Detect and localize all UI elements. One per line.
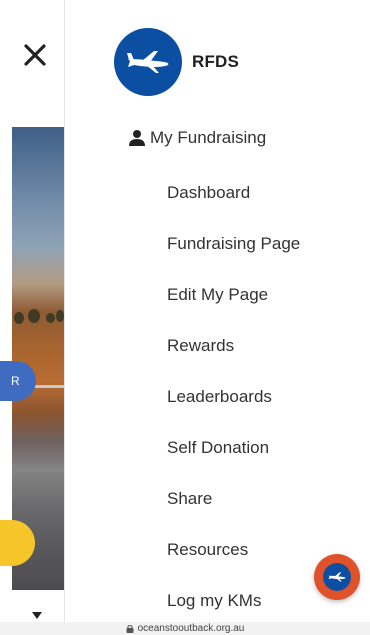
fab-logo [323, 563, 351, 591]
close-icon [24, 44, 46, 66]
brand[interactable]: RFDS [114, 28, 239, 96]
rfds-logo [114, 28, 182, 96]
browser-url-bar[interactable]: oceanstooutback.org.au [0, 622, 370, 635]
navigation-drawer: RFDS My Fundraising Dashboard Fundraisin… [65, 0, 370, 622]
floating-action-button[interactable] [314, 554, 360, 600]
brand-name: RFDS [192, 52, 240, 71]
menu-item-share[interactable]: Share [167, 473, 300, 524]
menu-item-leaderboards[interactable]: Leaderboards [167, 371, 300, 422]
close-menu-button[interactable] [18, 38, 52, 72]
url-text: oceanstooutback.org.au [137, 623, 245, 634]
background-page: R [0, 0, 65, 622]
caret-down-icon [32, 612, 42, 619]
rfds-plane-logo-icon [127, 51, 169, 73]
menu-item-log-my-kms[interactable]: Log my KMs [167, 575, 300, 626]
user-icon [129, 130, 145, 146]
menu-item-edit-my-page[interactable]: Edit My Page [167, 269, 300, 320]
section-label: My Fundraising [150, 128, 267, 147]
my-fundraising-section[interactable]: My Fundraising [128, 128, 266, 148]
hero-chip-label: R [11, 374, 20, 388]
menu-item-fundraising-page[interactable]: Fundraising Page [167, 218, 300, 269]
fundraising-menu: Dashboard Fundraising Page Edit My Page … [167, 167, 300, 626]
menu-item-rewards[interactable]: Rewards [167, 320, 300, 371]
menu-item-self-donation[interactable]: Self Donation [167, 422, 300, 473]
rfds-plane-icon [328, 572, 346, 582]
menu-item-dashboard[interactable]: Dashboard [167, 167, 300, 218]
menu-item-resources[interactable]: Resources [167, 524, 300, 575]
lock-icon [126, 625, 134, 633]
